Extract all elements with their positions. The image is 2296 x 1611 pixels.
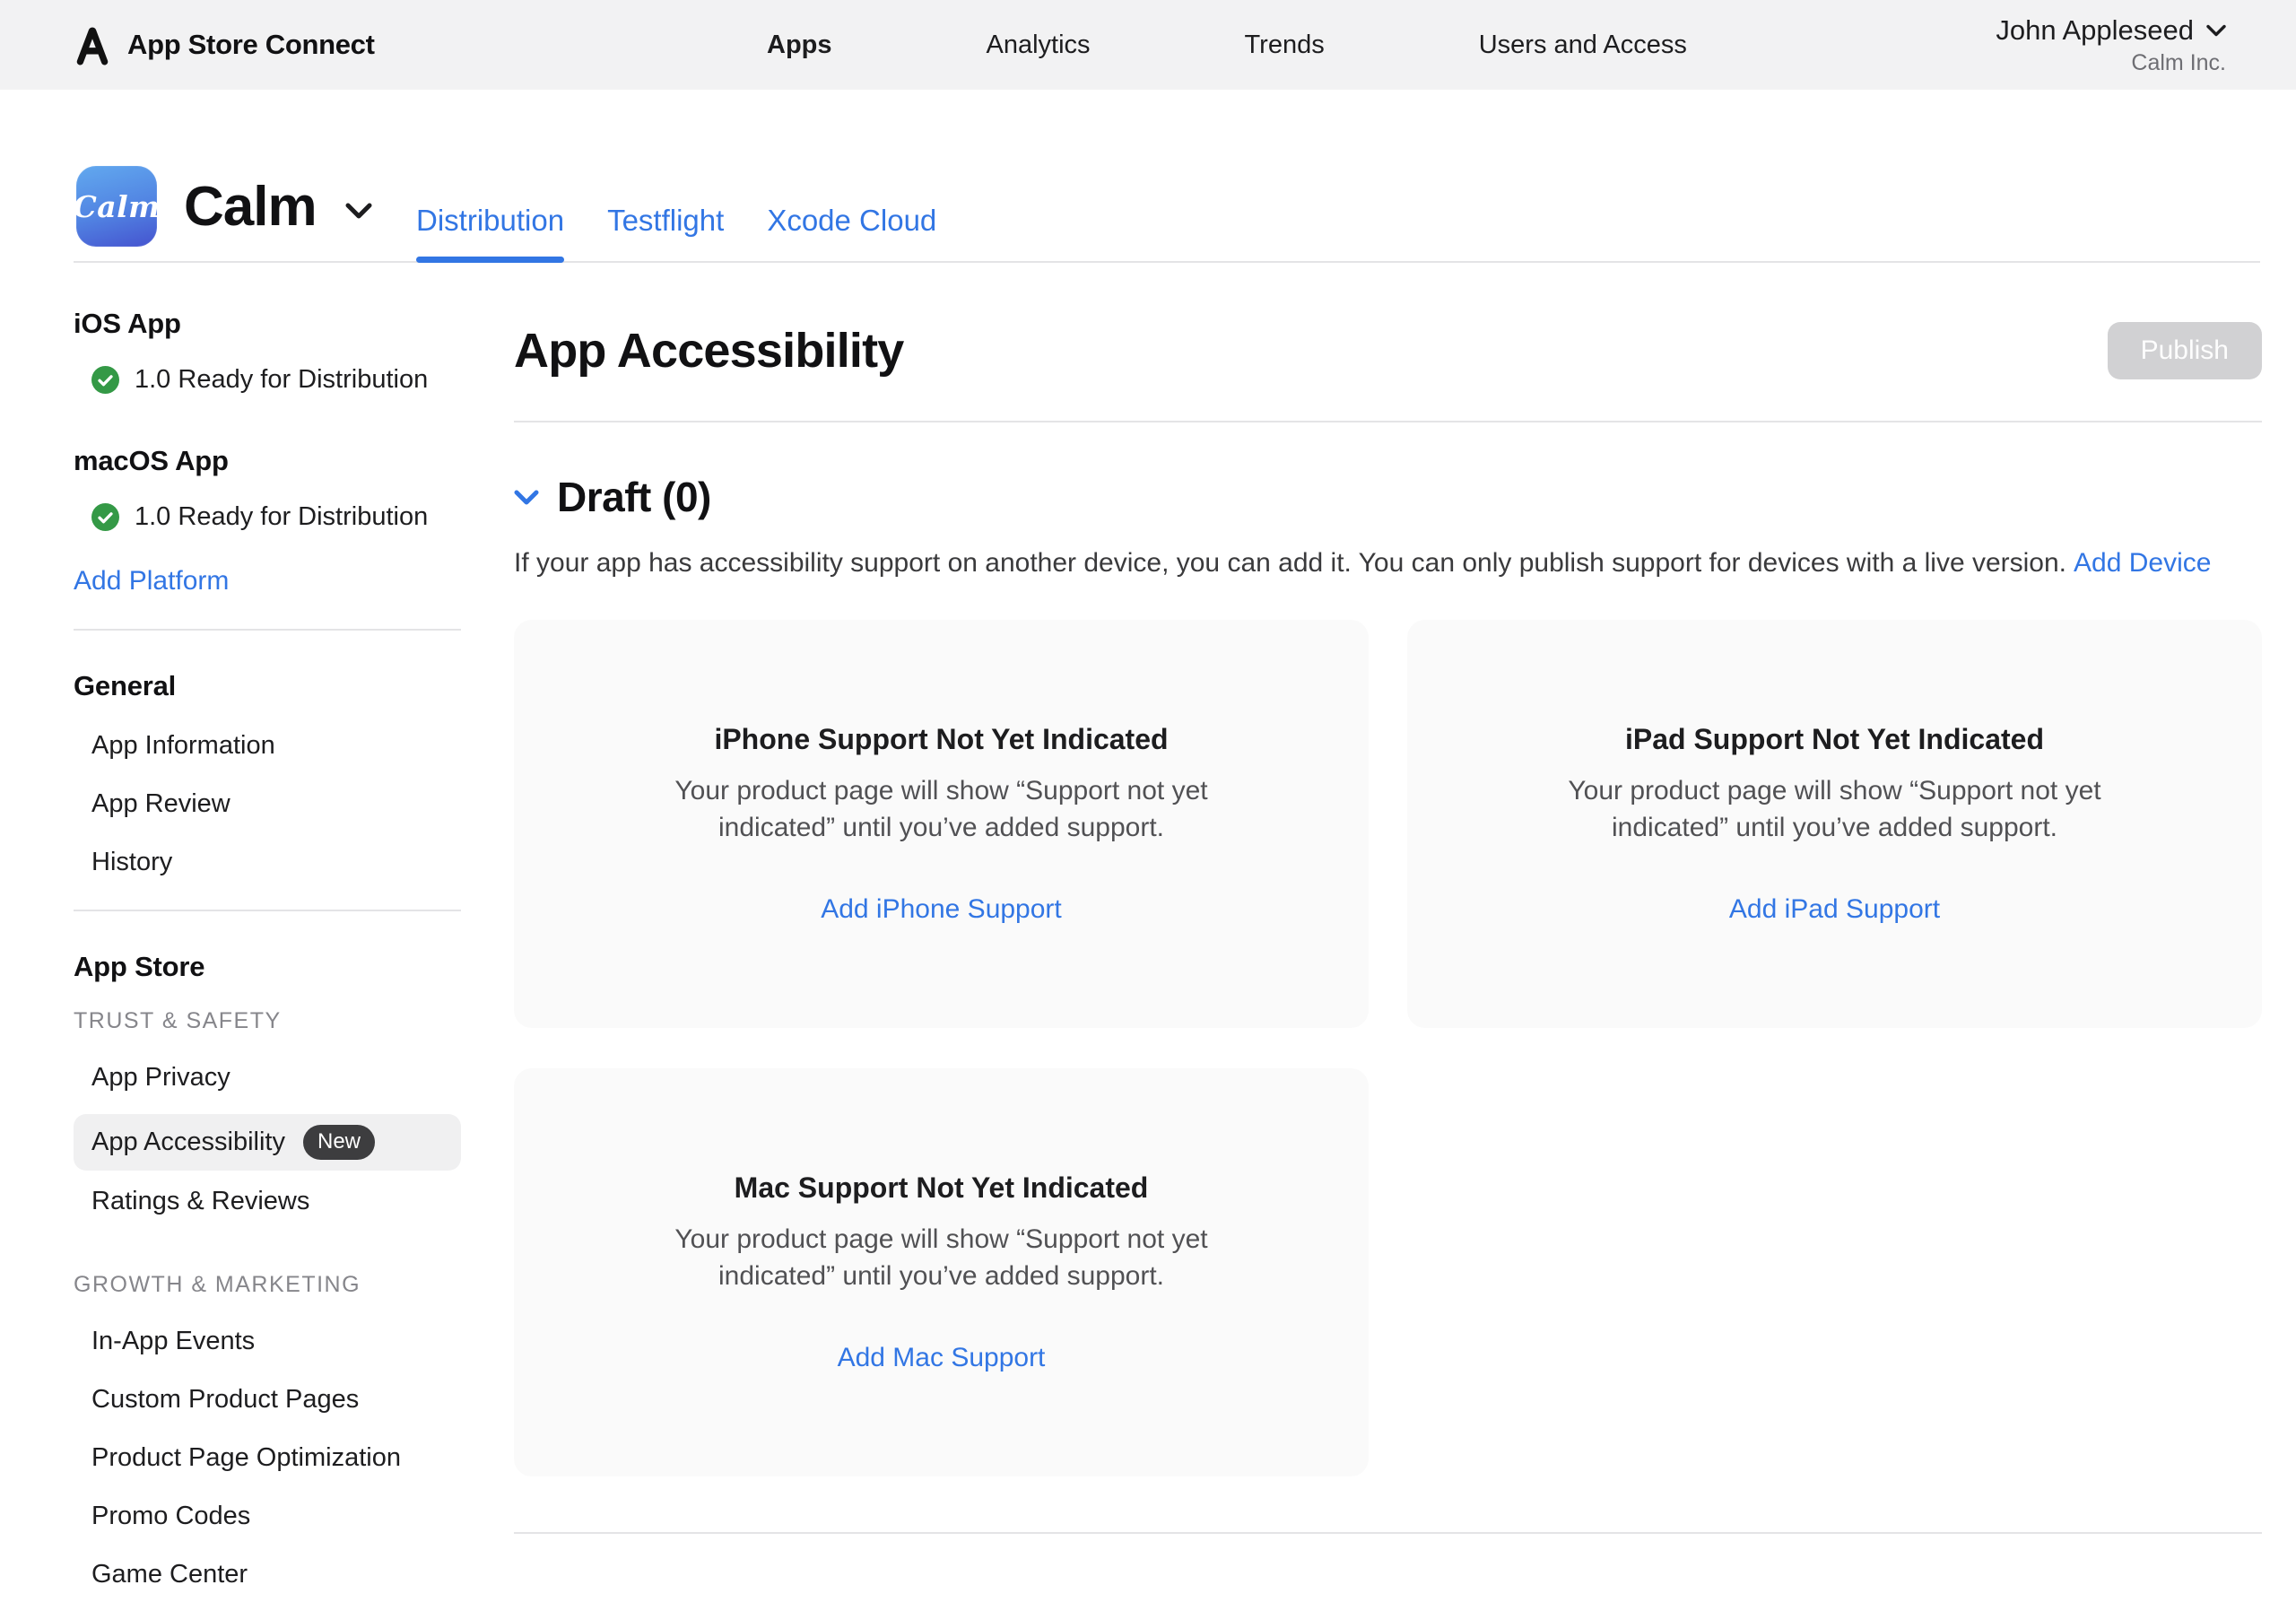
- ipad-support-card-title: iPad Support Not Yet Indicated: [1625, 723, 2044, 756]
- nav-item-trends[interactable]: Trends: [1245, 30, 1325, 60]
- sidebar-item-custom-product-pages[interactable]: Custom Product Pages: [91, 1385, 461, 1415]
- macos-version-status[interactable]: 1.0 Ready for Distribution: [91, 502, 461, 532]
- tab-distribution[interactable]: Distribution: [416, 205, 564, 263]
- calm-app-icon-script: Calm: [73, 189, 160, 224]
- tab-testflight[interactable]: Testflight: [607, 205, 724, 263]
- tab-xcode-cloud[interactable]: Xcode Cloud: [767, 205, 936, 263]
- sidebar-item-app-privacy[interactable]: App Privacy: [91, 1063, 461, 1093]
- chevron-down-icon: [514, 490, 539, 505]
- top-navigation-bar: App Store Connect Apps Analytics Trends …: [0, 0, 2296, 90]
- add-platform-link[interactable]: Add Platform: [74, 566, 229, 597]
- app-section-tabs: Distribution Testflight Xcode Cloud: [416, 205, 936, 263]
- general-list: App Information App Review History: [91, 731, 461, 877]
- nav-item-apps[interactable]: Apps: [767, 30, 832, 60]
- ipad-support-card-body: Your product page will show “Support not…: [1515, 772, 2154, 846]
- sidebar-divider: [74, 629, 461, 631]
- empty-grid-cell: [1407, 1068, 2262, 1476]
- add-ipad-support-link[interactable]: Add iPad Support: [1729, 894, 1940, 925]
- publish-button[interactable]: Publish: [2108, 322, 2262, 379]
- sidebar-item-product-page-optimization[interactable]: Product Page Optimization: [91, 1443, 461, 1473]
- sidebar: iOS App 1.0 Ready for Distribution macOS…: [74, 263, 461, 1589]
- sidebar-item-ratings-reviews[interactable]: Ratings & Reviews: [91, 1187, 461, 1216]
- page-header: App Accessibility Publish: [514, 322, 2262, 379]
- app-switcher[interactable]: Calm Calm: [76, 166, 372, 247]
- sidebar-heading-app-store: App Store: [74, 951, 461, 983]
- main-content: App Accessibility Publish Draft (0) If y…: [514, 263, 2262, 1611]
- draft-description-text: If your app has accessibility support on…: [514, 548, 2066, 578]
- ios-version-status-label: 1.0 Ready for Distribution: [135, 365, 428, 395]
- iphone-support-card: iPhone Support Not Yet Indicated Your pr…: [514, 620, 1369, 1028]
- account-name: John Appleseed: [1996, 14, 2194, 47]
- accessibility-url-heading: Accessibility URL: [514, 1602, 2262, 1611]
- app-store-connect-logo[interactable]: App Store Connect: [72, 0, 375, 90]
- chevron-down-icon: [2206, 24, 2226, 37]
- section-divider: [514, 421, 2262, 422]
- sidebar-item-app-accessibility-label: App Accessibility: [91, 1128, 285, 1157]
- section-divider: [514, 1532, 2262, 1534]
- app-store-connect-icon: [72, 24, 113, 65]
- draft-section-toggle[interactable]: Draft (0): [514, 473, 711, 521]
- ios-version-status[interactable]: 1.0 Ready for Distribution: [91, 365, 461, 395]
- nav-item-analytics[interactable]: Analytics: [987, 30, 1091, 60]
- chevron-down-icon: [345, 203, 372, 219]
- nav-item-users-and-access[interactable]: Users and Access: [1479, 30, 1687, 60]
- page-title: App Accessibility: [514, 323, 904, 379]
- sidebar-item-app-review[interactable]: App Review: [91, 789, 461, 819]
- sidebar-heading-general: General: [74, 670, 461, 702]
- add-iphone-support-link[interactable]: Add iPhone Support: [821, 894, 1062, 925]
- sidebar-item-app-accessibility[interactable]: App Accessibility New: [74, 1114, 461, 1171]
- app-header: Calm Calm Distribution Testflight Xcode …: [74, 90, 2260, 263]
- iphone-support-card-body: Your product page will show “Support not…: [622, 772, 1261, 846]
- draft-section-title: Draft (0): [557, 473, 711, 521]
- add-device-link[interactable]: Add Device: [2074, 548, 2211, 578]
- sidebar-heading-ios-app: iOS App: [74, 308, 461, 340]
- sidebar-item-history[interactable]: History: [91, 848, 461, 877]
- support-cards-grid: iPhone Support Not Yet Indicated Your pr…: [514, 620, 2262, 1476]
- green-check-icon: [91, 366, 119, 394]
- content-layout: iOS App 1.0 Ready for Distribution macOS…: [0, 263, 2296, 1611]
- macos-version-status-label: 1.0 Ready for Distribution: [135, 502, 428, 532]
- calm-app-icon: Calm: [76, 166, 157, 247]
- account-organization: Calm Inc.: [2131, 50, 2226, 76]
- sidebar-item-promo-codes[interactable]: Promo Codes: [91, 1502, 461, 1531]
- account-menu[interactable]: John Appleseed Calm Inc.: [1996, 0, 2226, 90]
- sidebar-item-app-information[interactable]: App Information: [91, 731, 461, 761]
- mac-support-card-body: Your product page will show “Support not…: [622, 1221, 1261, 1294]
- group-label-trust-safety: TRUST & SAFETY: [74, 1008, 461, 1034]
- sidebar-item-game-center[interactable]: Game Center: [91, 1560, 461, 1589]
- sidebar-heading-macos-app: macOS App: [74, 445, 461, 477]
- ipad-support-card: iPad Support Not Yet Indicated Your prod…: [1407, 620, 2262, 1028]
- iphone-support-card-title: iPhone Support Not Yet Indicated: [714, 723, 1168, 756]
- mac-support-card: Mac Support Not Yet Indicated Your produ…: [514, 1068, 1369, 1476]
- brand-title: App Store Connect: [127, 29, 375, 61]
- primary-nav: Apps Analytics Trends Users and Access: [767, 0, 1687, 90]
- green-check-icon: [91, 503, 119, 531]
- mac-support-card-title: Mac Support Not Yet Indicated: [735, 1171, 1149, 1205]
- add-mac-support-link[interactable]: Add Mac Support: [838, 1343, 1046, 1373]
- draft-description: If your app has accessibility support on…: [514, 548, 2262, 579]
- new-badge: New: [303, 1125, 375, 1160]
- app-name: Calm: [184, 175, 317, 239]
- sidebar-item-in-app-events[interactable]: In-App Events: [91, 1327, 461, 1356]
- group-label-growth-marketing: GROWTH & MARKETING: [74, 1272, 461, 1298]
- sidebar-divider: [74, 910, 461, 911]
